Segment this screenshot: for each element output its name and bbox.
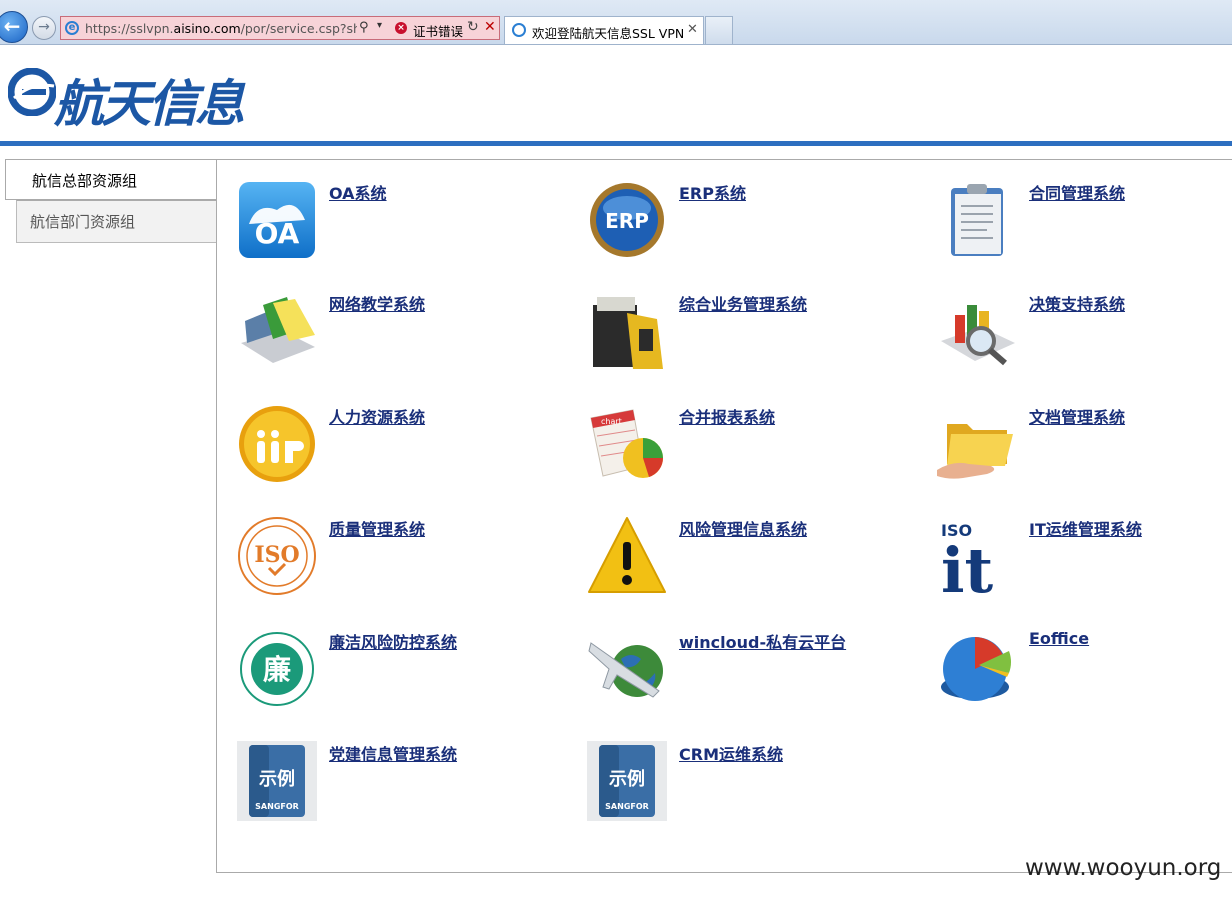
address-url[interactable]: https://sslvpn.aisino.com/por/service.cs…	[85, 21, 357, 36]
certificate-error-label[interactable]: 证书错误	[413, 21, 463, 40]
app-label[interactable]: 决策支持系统	[1029, 291, 1125, 315]
warning-icon[interactable]	[587, 516, 667, 596]
app-label[interactable]: IT运维管理系统	[1029, 516, 1142, 540]
ie-page-icon: e	[65, 21, 79, 35]
people-badge-icon[interactable]	[237, 404, 317, 484]
chart-magnifier-icon[interactable]	[937, 291, 1017, 371]
svg-text:廉: 廉	[263, 653, 291, 686]
app-label[interactable]: 网络教学系统	[329, 291, 425, 315]
svg-text:ERP: ERP	[605, 209, 649, 233]
address-bar[interactable]: e https://sslvpn.aisino.com/por/service.…	[60, 16, 500, 40]
svg-text:it: it	[941, 534, 994, 596]
sidebar-item-label: 航信部门资源组	[30, 213, 136, 231]
lian-seal-icon[interactable]: 廉	[237, 629, 317, 709]
close-tab-icon[interactable]: ✕	[687, 22, 698, 37]
browser-toolbar: ← → e https://sslvpn.aisino.com/por/serv…	[0, 0, 1232, 45]
svg-text:示例: 示例	[609, 768, 645, 790]
sangfor-sample-icon[interactable]: 示例 SANGFOR	[587, 741, 667, 821]
chevron-down-icon[interactable]: ▾	[377, 20, 382, 31]
erp-icon[interactable]: ERP	[587, 180, 667, 260]
certificate-error-icon[interactable]: ×	[395, 22, 407, 34]
svg-text:OA: OA	[255, 217, 300, 250]
app-label[interactable]: 质量管理系统	[329, 516, 425, 540]
airplane-globe-icon[interactable]	[587, 629, 667, 709]
logo-text: 航天信息	[54, 75, 245, 133]
iso-it-icon[interactable]: ISO it	[937, 516, 1017, 596]
svg-text:示例: 示例	[259, 768, 295, 790]
app-label[interactable]: 廉洁风险防控系统	[329, 629, 457, 653]
svg-text:ISO: ISO	[254, 542, 299, 568]
svg-text:SANGFOR: SANGFOR	[255, 802, 299, 811]
new-tab-button[interactable]	[705, 16, 733, 44]
app-label[interactable]: 党建信息管理系统	[329, 741, 457, 765]
oa-icon[interactable]: OA	[237, 180, 317, 260]
app-label[interactable]: CRM运维系统	[679, 741, 783, 765]
app-label[interactable]: 综合业务管理系统	[679, 291, 807, 315]
business-box-icon[interactable]	[587, 291, 667, 371]
app-label[interactable]: Eoffice	[1029, 629, 1089, 648]
header-divider	[0, 141, 1232, 146]
svg-text:chart: chart	[601, 417, 622, 426]
app-label[interactable]: 人力资源系统	[329, 404, 425, 428]
logo-mark-icon	[8, 68, 56, 116]
forward-button[interactable]: →	[32, 16, 56, 40]
ie-page-icon	[512, 23, 526, 37]
iso-seal-icon[interactable]: ISO	[237, 516, 317, 596]
app-label[interactable]: 文档管理系统	[1029, 404, 1125, 428]
tab-title: 欢迎登陆航天信息SSL VPN	[532, 26, 685, 41]
watermark: www.wooyun.org	[1025, 855, 1222, 881]
company-logo: 航天信息	[6, 62, 246, 133]
sidebar-item-label: 航信总部资源组	[32, 172, 138, 190]
refresh-icon[interactable]: ↻	[467, 19, 479, 35]
app-label[interactable]: 风险管理信息系统	[679, 516, 807, 540]
sidebar-item-dept-resources[interactable]: 航信部门资源组	[16, 200, 217, 243]
search-icon[interactable]: ⚲	[359, 20, 369, 35]
browser-tab[interactable]: 欢迎登陆航天信息SSL VPN ✕	[504, 16, 704, 44]
app-label[interactable]: OA系统	[329, 180, 387, 204]
pie-chart-icon[interactable]	[937, 629, 1017, 709]
svg-text:SANGFOR: SANGFOR	[605, 802, 649, 811]
sidebar-item-hq-resources[interactable]: 航信总部资源组	[5, 159, 217, 200]
laptop-notes-icon[interactable]	[237, 291, 317, 371]
app-label[interactable]: wincloud-私有云平台	[679, 629, 846, 653]
app-label[interactable]: ERP系统	[679, 180, 746, 204]
stop-icon[interactable]: ✕	[484, 19, 496, 35]
app-label[interactable]: 合并报表系统	[679, 404, 775, 428]
report-chart-icon[interactable]: chart	[587, 404, 667, 484]
resource-panel: OA OA系统 ERP ERP系统 合同管理系统 网络教学系统 综合业务管理系统…	[216, 159, 1232, 873]
back-button[interactable]: ←	[0, 11, 28, 43]
contract-clipboard-icon[interactable]	[937, 180, 1017, 260]
folder-hand-icon[interactable]	[937, 404, 1017, 484]
app-label[interactable]: 合同管理系统	[1029, 180, 1125, 204]
sangfor-sample-icon[interactable]: 示例 SANGFOR	[237, 741, 317, 821]
